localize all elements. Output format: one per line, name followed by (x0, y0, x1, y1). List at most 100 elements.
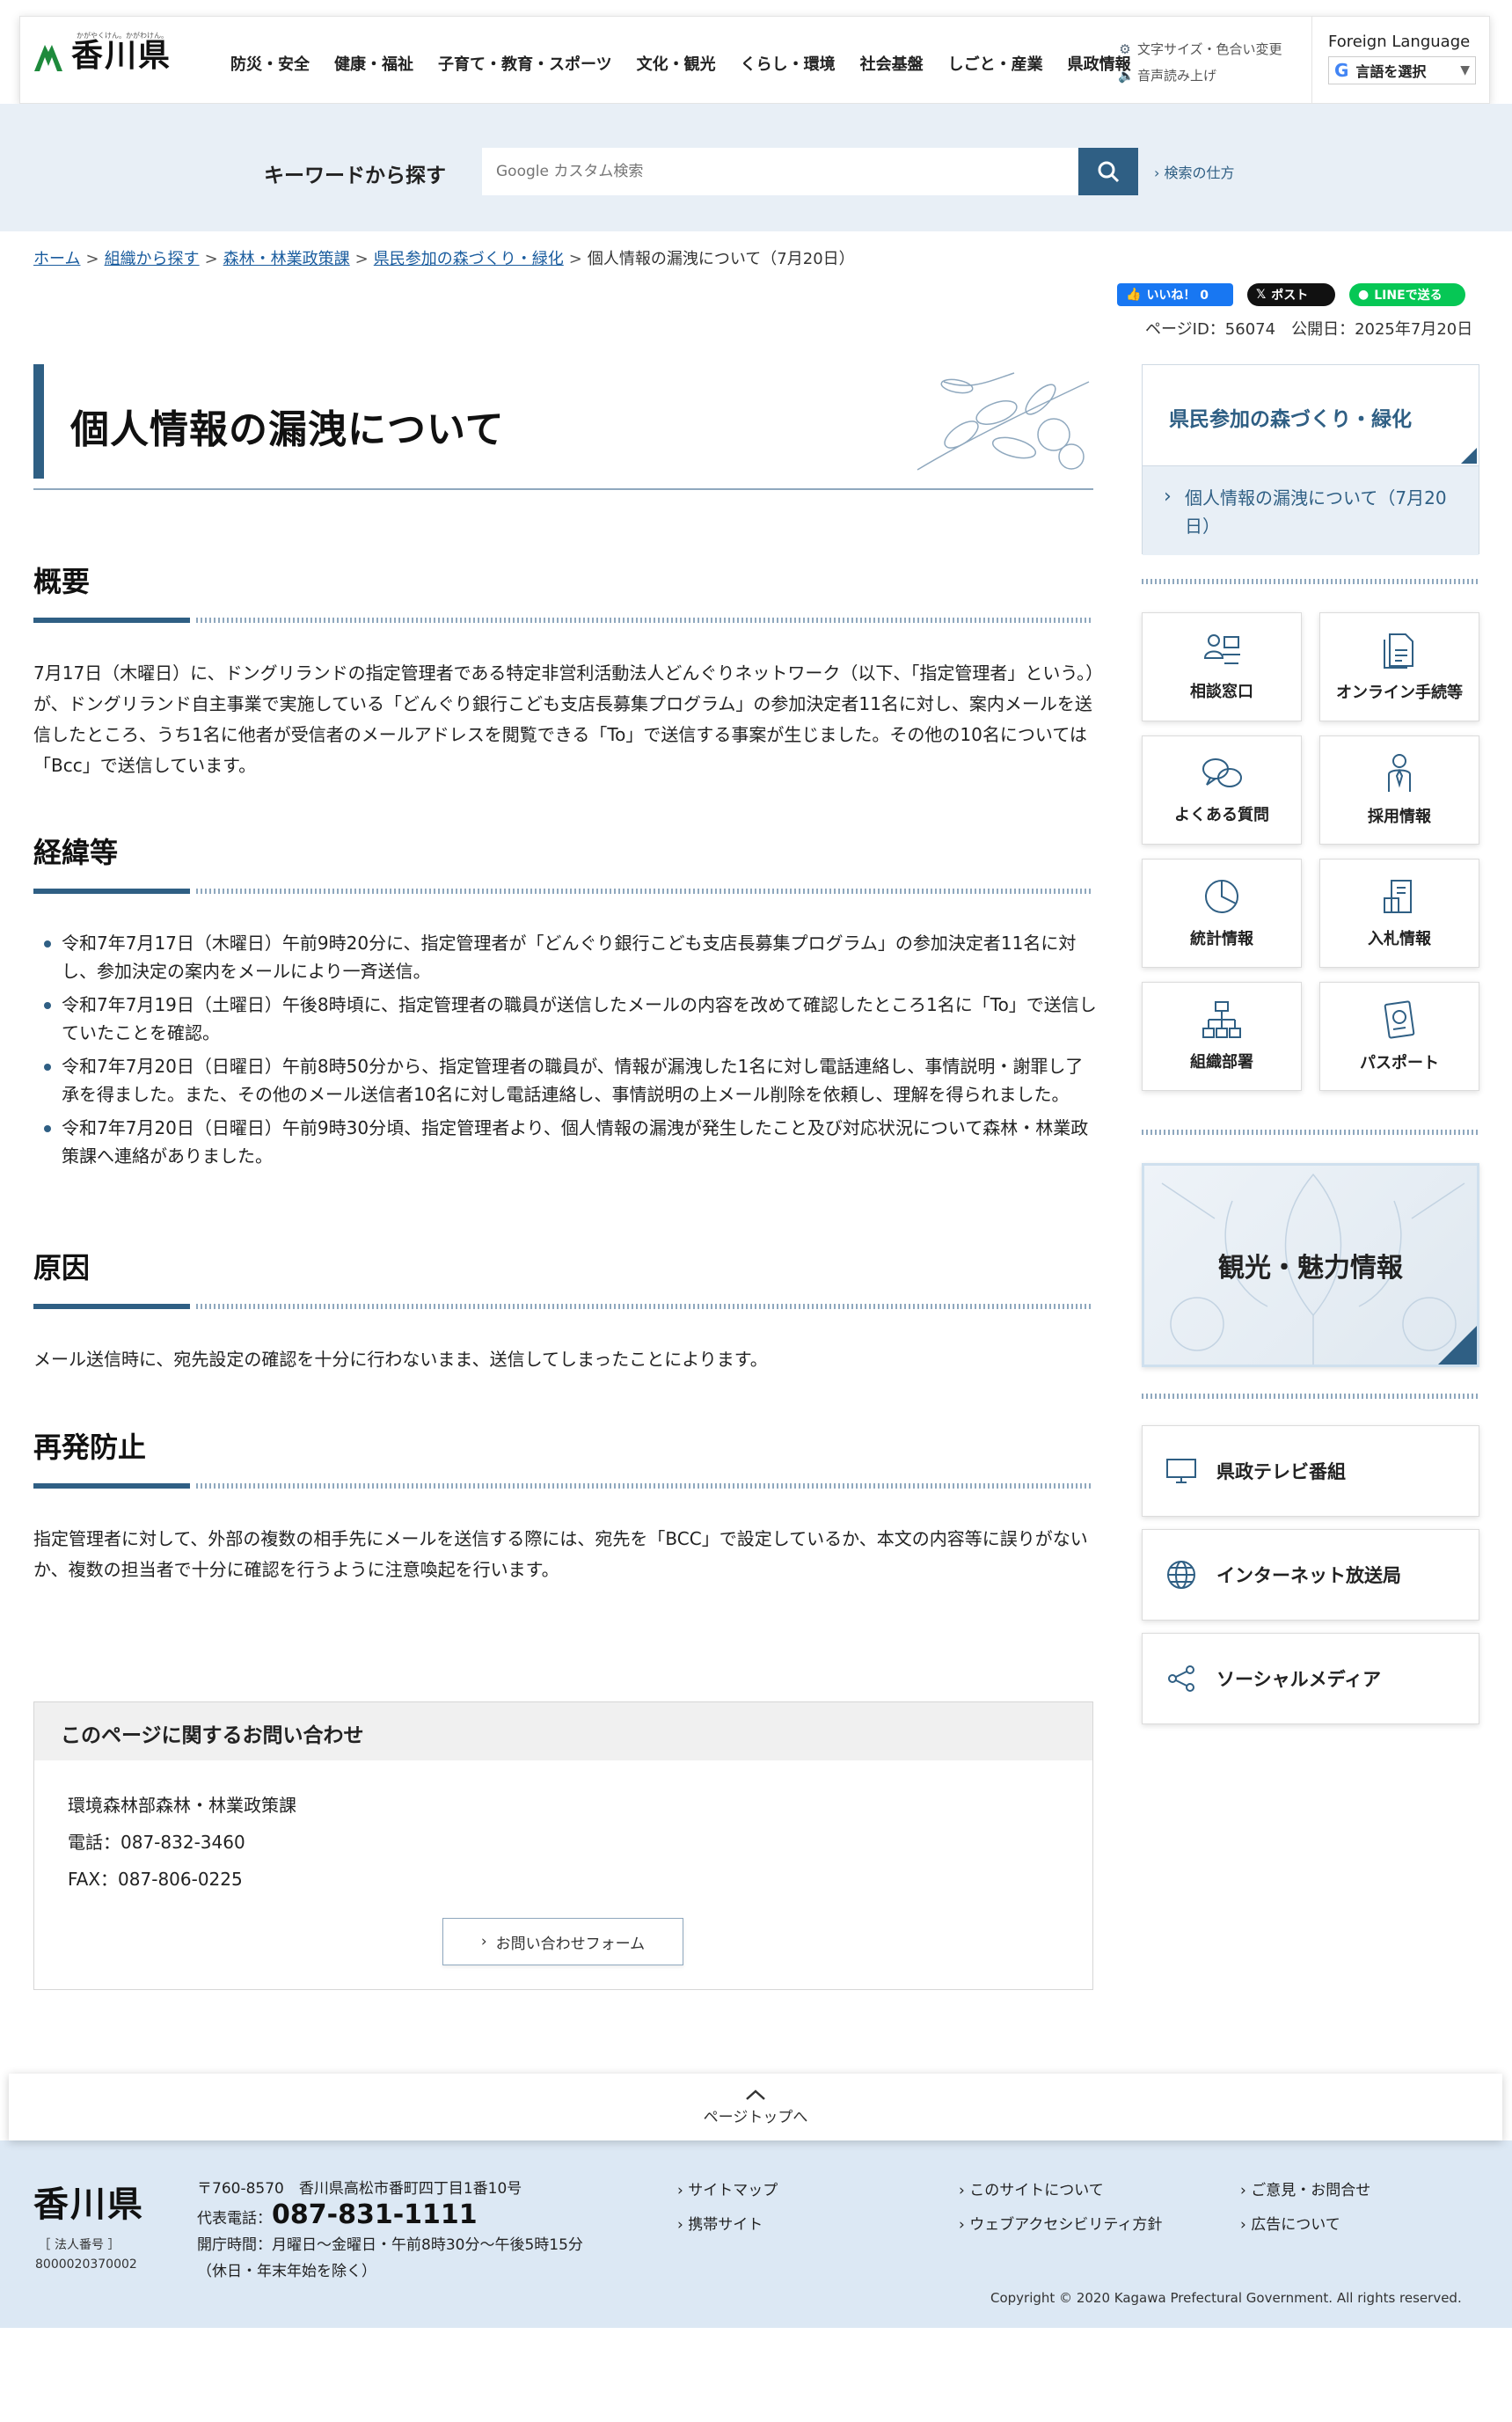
link-internet-broadcast[interactable]: インターネット放送局 (1142, 1529, 1479, 1621)
caret-down-icon: ▼ (1460, 63, 1470, 77)
google-icon: G (1334, 60, 1349, 81)
contact-form-button[interactable]: › お問い合わせフォーム (442, 1918, 683, 1965)
language-select[interactable]: G 言語を選択 ▼ (1328, 56, 1476, 84)
breadcrumb-sep: > (354, 250, 369, 268)
speaker-icon: 🔈 (1118, 68, 1135, 84)
page-meta: ページID：56074 公開日：2025年7月20日 (1145, 320, 1473, 339)
tile-label: 統計情報 (1190, 930, 1253, 948)
breadcrumb-organization[interactable]: 組織から探す (105, 250, 200, 268)
breadcrumb: ホーム > 組織から探す > 森林・林業政策課 > 県民参加の森づくり・緑化 > 個人情報の漏洩… (33, 246, 855, 269)
chat-bubbles-icon (1202, 758, 1242, 787)
footer-link-about[interactable]: このサイトについて (959, 2177, 1240, 2199)
tile-faq[interactable]: よくある質問 (1142, 735, 1302, 845)
nav-living-environment[interactable]: くらし・環境 (728, 52, 848, 75)
nav-culture-tourism[interactable]: 文化・観光 (625, 52, 728, 75)
sidebar: 県民参加の森づくり・緑化 個人情報の漏洩について（7月20日） 相談窓口 オンラ… (1142, 364, 1479, 1724)
nav-infrastructure[interactable]: 社会基盤 (848, 52, 936, 75)
tile-statistics[interactable]: 統計情報 (1142, 859, 1302, 968)
page-title-box: 個人情報の漏洩について (33, 364, 1093, 490)
tile-label: 組織部署 (1190, 1053, 1253, 1072)
sidebar-item-current[interactable]: 個人情報の漏洩について（7月20日） (1143, 466, 1479, 555)
contact-form-label: お問い合わせフォーム (495, 1935, 646, 1953)
tv-monitor-icon (1166, 1459, 1196, 1483)
language-panel: Foreign Language G 言語を選択 ▼ (1311, 17, 1491, 105)
facebook-like-label: いいね！ 0 (1146, 289, 1209, 303)
page-top-button[interactable]: ページトップへ (9, 2074, 1502, 2140)
thumbs-up-icon: 👍 (1126, 288, 1142, 302)
corporate-number-label: ［ 法人番号 ］ (38, 2238, 121, 2252)
search-input[interactable] (482, 148, 1078, 195)
document-icon (1384, 633, 1413, 669)
font-color-settings-link[interactable]: ⚙ 文字サイズ・色合い変更 (1118, 36, 1282, 62)
link-card-label: インターネット放送局 (1216, 1565, 1401, 1586)
breadcrumb-sep: > (85, 250, 99, 268)
voice-reading-link[interactable]: 🔈 音声読み上げ (1118, 62, 1282, 89)
person-tie-icon (1388, 754, 1411, 792)
line-share-button[interactable]: ● LINEで送る (1349, 283, 1465, 306)
tourism-banner-label: 観光・魅力情報 (1218, 1253, 1403, 1284)
facebook-like-button[interactable]: 👍 いいね！ 0 (1117, 283, 1233, 306)
heading-underline (33, 1304, 1093, 1309)
passport-icon (1384, 1000, 1415, 1039)
tile-recruitment[interactable]: 採用情報 (1319, 735, 1479, 845)
nav-disaster-safety[interactable]: 防災・安全 (218, 52, 322, 75)
line-share-label: LINEで送る (1374, 289, 1443, 303)
footer-link-feedback[interactable]: ご意見・お問合せ (1240, 2177, 1469, 2199)
search-help-label: 検索の仕方 (1164, 165, 1235, 181)
footer-link-mobile[interactable]: 携帯サイト (677, 2212, 959, 2234)
search-icon (1098, 161, 1120, 183)
site-logo[interactable]: かがやくけん。かがわけん。 香川県 (33, 32, 172, 73)
section-heading-overview: 概要 (33, 565, 91, 598)
link-tv-programs[interactable]: 県政テレビ番組 (1142, 1425, 1479, 1517)
search-button[interactable] (1078, 148, 1138, 195)
heading-underline (33, 889, 1093, 894)
footer-tel: 087-831-1111 (272, 2199, 478, 2230)
logo-tagline: かがやくけん。かがわけん。 (77, 32, 168, 40)
link-card-label: ソーシャルメディア (1216, 1669, 1382, 1690)
link-social-media[interactable]: ソーシャルメディア (1142, 1633, 1479, 1724)
font-color-settings-label: 文字サイズ・色合い変更 (1137, 41, 1282, 57)
pie-chart-icon (1205, 880, 1238, 913)
sidebar-menu-heading[interactable]: 県民参加の森づくり・緑化 (1143, 365, 1479, 466)
tile-consultation[interactable]: 相談窓口 (1142, 612, 1302, 721)
section-heading-history: 経緯等 (33, 836, 119, 869)
tourism-banner[interactable]: 観光・魅力情報 (1142, 1163, 1479, 1367)
x-logo-icon: 𝕏 (1256, 288, 1267, 302)
search-band: キーワードから探す › 検索の仕方 (0, 104, 1512, 231)
footer-address-block: 〒760-8570 香川県高松市番町四丁目1番10号 代表電話：087-831-… (197, 2176, 583, 2285)
sidebar-menu: 県民参加の森づくり・緑化 個人情報の漏洩について（7月20日） (1142, 364, 1479, 555)
breadcrumb-home[interactable]: ホーム (33, 250, 80, 268)
page-top-label: ページトップへ (703, 2108, 808, 2126)
x-post-button[interactable]: 𝕏 ポスト (1247, 283, 1335, 306)
search-help-link[interactable]: › 検索の仕方 (1154, 161, 1235, 182)
breadcrumb-forestry-division[interactable]: 森林・林業政策課 (223, 250, 350, 268)
footer-link-sitemap[interactable]: サイトマップ (677, 2177, 959, 2199)
language-select-label: 言語を選択 (1355, 63, 1427, 80)
bid-document-icon (1384, 880, 1412, 913)
footer-link-advertising[interactable]: 広告について (1240, 2212, 1469, 2234)
tile-label: 入札情報 (1368, 930, 1431, 948)
tile-passport[interactable]: パスポート (1319, 982, 1479, 1091)
contact-department: 環境森林部森林・林業政策課 (68, 1795, 296, 1816)
site-header: かがやくけん。かがわけん。 香川県 防災・安全 健康・福祉 子育て・教育・スポー… (19, 16, 1491, 105)
nav-childcare-education[interactable]: 子育て・教育・スポーツ (426, 52, 625, 75)
contact-box: このページに関するお問い合わせ 環境森林部森林・林業政策課 電話：087-832… (33, 1701, 1093, 1990)
global-nav: 防災・安全 健康・福祉 子育て・教育・スポーツ 文化・観光 くらし・環境 社会基… (218, 52, 1143, 75)
nav-health-welfare[interactable]: 健康・福祉 (322, 52, 426, 75)
nav-work-industry[interactable]: しごと・産業 (936, 52, 1055, 75)
tile-organization[interactable]: 組織部署 (1142, 982, 1302, 1091)
copyright: Copyright © 2020 Kagawa Prefectural Gove… (990, 2290, 1462, 2306)
section-heading-prevention: 再発防止 (33, 1431, 147, 1464)
tile-online-procedures[interactable]: オンライン手続等 (1319, 612, 1479, 721)
breadcrumb-sep: > (204, 250, 218, 268)
list-item: 令和7年7月20日（日曜日）午前8時50分から、指定管理者の職員が、情報が漏洩し… (44, 1052, 1099, 1109)
heading-underline (33, 618, 1093, 623)
title-accent-bar (33, 364, 44, 479)
footer-link-accessibility[interactable]: ウェブアクセシビリティ方針 (959, 2212, 1240, 2234)
tile-label: よくある質問 (1174, 806, 1269, 824)
breadcrumb-sep: > (568, 250, 582, 268)
tile-label: 相談窓口 (1190, 683, 1253, 701)
breadcrumb-forest-greening[interactable]: 県民参加の森づくり・緑化 (374, 250, 564, 268)
site-footer: 香川県 ［ 法人番号 ］ 8000020370002 〒760-8570 香川県… (0, 2140, 1512, 2328)
tile-bidding[interactable]: 入札情報 (1319, 859, 1479, 968)
